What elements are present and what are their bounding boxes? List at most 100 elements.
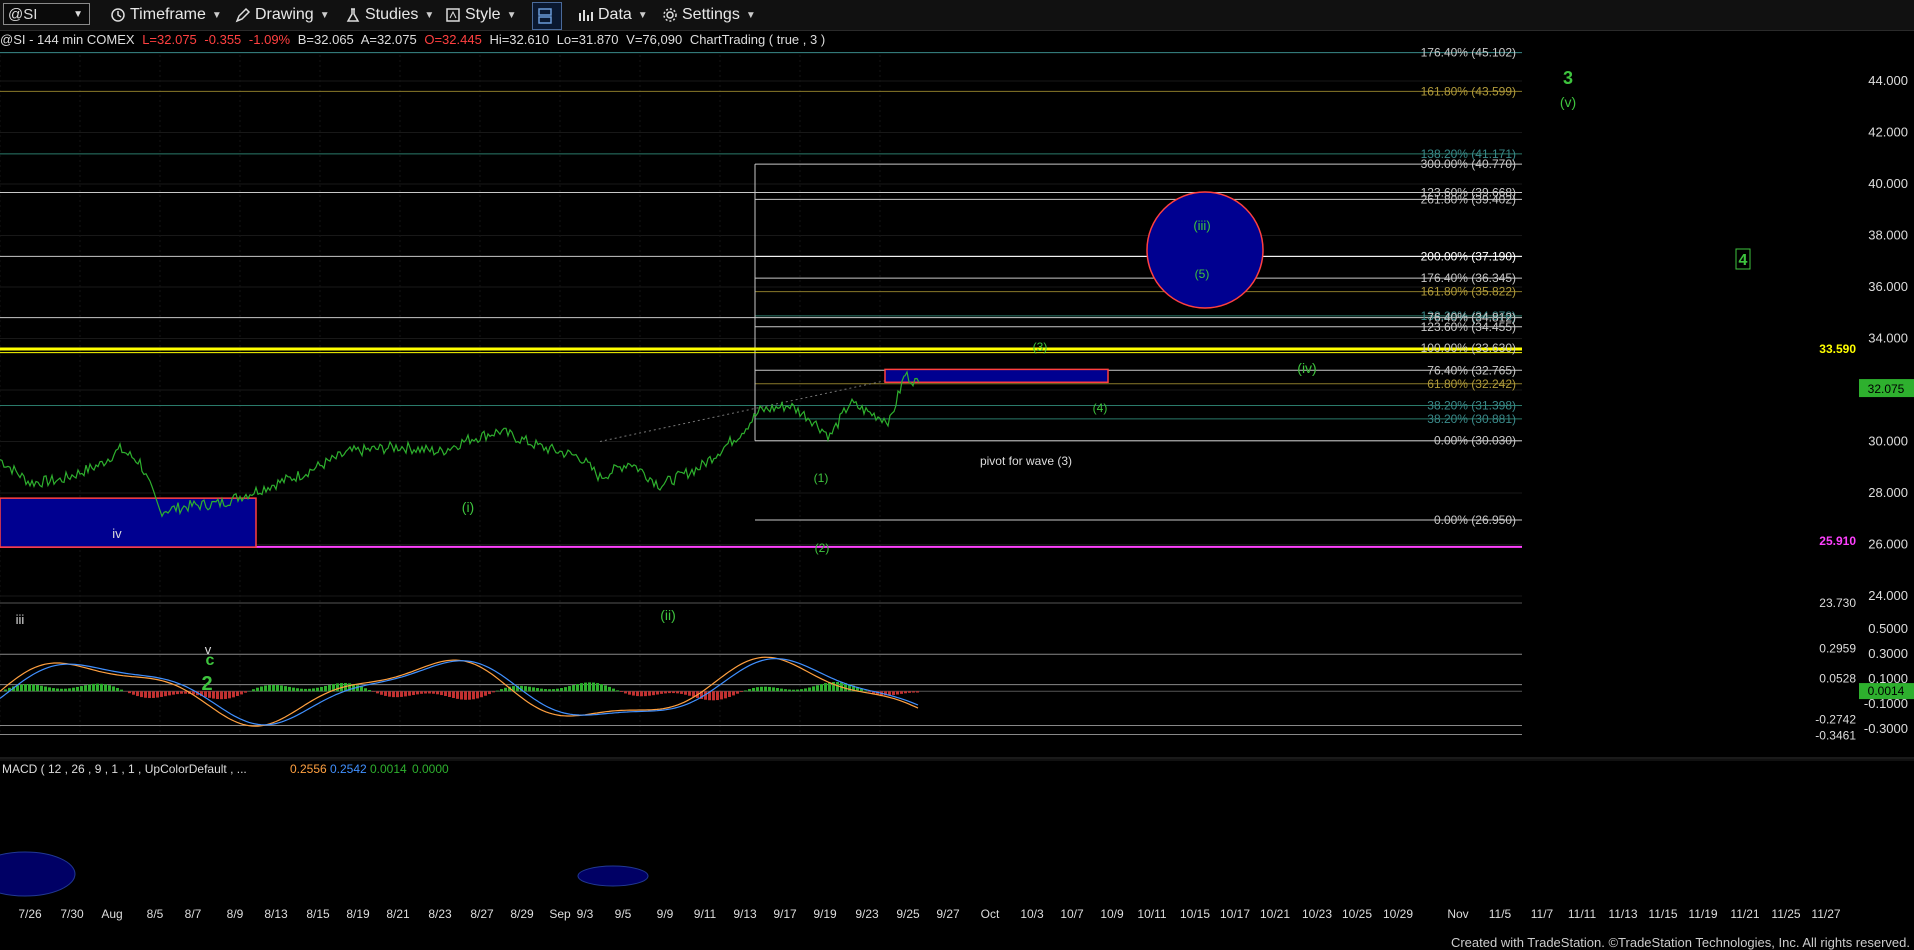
macd-histogram-bar — [768, 686, 771, 692]
macd-histogram-bar — [296, 688, 299, 692]
macd-histogram-bar — [448, 691, 451, 698]
macd-histogram-bar — [100, 683, 103, 692]
macd-histogram-bar — [156, 691, 159, 698]
macd-histogram-bar — [664, 691, 667, 694]
date-axis-label: Nov — [1447, 907, 1468, 921]
price-axis-label: 40.000 — [1868, 176, 1908, 191]
macd-histogram-bar — [864, 690, 867, 692]
macd-histogram-bar — [396, 691, 399, 698]
macd-histogram-bar — [432, 691, 435, 694]
macd-histogram-bar — [276, 685, 279, 692]
macd-histogram-bar — [308, 688, 311, 692]
date-axis-label: 9/17 — [773, 907, 797, 921]
date-axis-label: 8/21 — [386, 907, 410, 921]
macd-histogram-bar — [260, 686, 263, 692]
macd-histogram-bar — [172, 691, 175, 695]
macd-histogram-bar — [252, 689, 255, 692]
drawing-button[interactable]: Drawing ▼ — [235, 3, 330, 27]
macd-pane — [0, 653, 1914, 897]
macd-histogram-bar — [120, 689, 123, 692]
gear-icon — [663, 8, 677, 22]
pivot-label: pivot for wave (3) — [980, 454, 1072, 468]
macd-histogram-bar — [484, 691, 487, 696]
date-axis-label: 8/27 — [470, 907, 494, 921]
macd-histogram-bar — [576, 684, 579, 692]
macd-histogram-bar — [760, 686, 763, 692]
macd-histogram-bar — [232, 691, 235, 698]
macd-histogram-bar — [524, 686, 527, 692]
macd-level-label: 0.0528 — [1819, 672, 1856, 686]
macd-histogram-bar — [444, 691, 447, 696]
chevron-down-icon[interactable]: ▼ — [73, 9, 83, 20]
symbol-description: @SI - 144 min COMEX — [0, 32, 135, 47]
style-button[interactable]: Style ▼ — [445, 3, 516, 27]
data-button[interactable]: Data ▼ — [578, 3, 648, 27]
macd-histogram-bar — [68, 688, 71, 692]
macd-axis-label: -0.3000 — [1864, 721, 1908, 736]
date-axis-label: 11/21 — [1730, 907, 1759, 921]
macd-histogram-bar — [152, 691, 155, 698]
macd-histogram-bar — [60, 688, 63, 692]
fib-label: 38.20% (30.881) — [1427, 412, 1516, 426]
macd-histogram-bar — [216, 691, 219, 700]
macd-histogram-bar — [376, 691, 379, 694]
macd-level-label: -0.3461 — [1815, 729, 1856, 743]
date-axis-label: 8/13 — [264, 907, 288, 921]
macd-histogram-bar — [304, 688, 307, 692]
fib-label: 261.80% (39.402) — [1421, 192, 1516, 206]
macd-axis-label: 0.3000 — [1868, 646, 1908, 661]
macd-histogram-bar — [240, 691, 243, 695]
macd-histogram-bar — [560, 688, 563, 692]
volume: V=76,090 — [626, 32, 683, 47]
date-axis-label: 8/29 — [510, 907, 534, 921]
macd-histogram-bar — [4, 689, 7, 692]
macd-level-label: 0.2959 — [1819, 641, 1856, 655]
macd-histogram-bar — [640, 691, 643, 697]
wave-3-paren-label: (3) — [1033, 340, 1048, 354]
macd-histogram-bar — [824, 683, 827, 692]
macd-histogram-bar — [128, 691, 131, 694]
macd-histogram-bar — [280, 685, 283, 692]
macd-histogram-bar — [88, 684, 91, 692]
chart-labels: MACD ( 12 , 26 , 9 , 1 , 1 , UpColorDefa… — [2, 46, 1751, 776]
macd-histogram-bar — [804, 688, 807, 692]
date-axis-label: 10/9 — [1100, 907, 1124, 921]
macd-histogram-bar — [592, 682, 595, 692]
macd-histogram-bar — [80, 686, 83, 692]
wave-boxes — [0, 191, 1264, 548]
magenta-level-value: 25.910 — [1819, 534, 1856, 548]
macd-histogram-bar — [24, 684, 27, 692]
studies-button[interactable]: Studies ▼ — [345, 3, 434, 27]
date-axis-label: Aug — [101, 907, 122, 921]
macd-histogram-bar — [648, 691, 651, 696]
settings-button[interactable]: Settings ▼ — [662, 3, 756, 27]
macd-histogram-bar — [744, 690, 747, 692]
macd-histogram-bar — [792, 689, 795, 692]
timeframe-label: Timeframe — [130, 6, 206, 23]
macd-histogram-bar — [672, 691, 675, 694]
bottom-level-value: 23.730 — [1819, 596, 1856, 610]
low-price: Lo=31.870 — [556, 32, 619, 47]
price-chart[interactable]: MACD ( 12 , 26 , 9 , 1 , 1 , UpColorDefa… — [0, 0, 1914, 950]
macd-histogram-bar — [140, 691, 143, 698]
wave-4-paren-label: (4) — [1093, 401, 1108, 415]
layout-button[interactable] — [532, 2, 562, 30]
macd-histogram-bar — [600, 684, 603, 692]
timeframe-button[interactable]: Timeframe ▼ — [110, 3, 222, 27]
macd-histogram-bar — [788, 689, 791, 692]
macd-histogram-bar — [284, 686, 287, 692]
macd-histogram-bar — [596, 683, 599, 692]
macd-histogram-bar — [48, 687, 51, 692]
macd-histogram-bar — [548, 689, 551, 692]
macd-histogram-bar — [76, 686, 79, 692]
price-axis: 44.000 42.000 40.000 38.000 36.000 34.000 32.0… — [1810, 73, 1914, 743]
macd-histogram-bar — [176, 691, 179, 695]
macd-histogram-bar — [428, 691, 431, 694]
net-change: -0.355 — [204, 32, 242, 47]
macd-histogram-bar — [588, 682, 591, 692]
macd-histogram-bar — [256, 687, 259, 692]
macd-histogram-bar — [412, 691, 415, 696]
symbol-input[interactable]: @SI ▼ — [3, 3, 90, 25]
macd-histogram-bar — [480, 691, 483, 698]
wave-i-label: (i) — [462, 499, 474, 515]
